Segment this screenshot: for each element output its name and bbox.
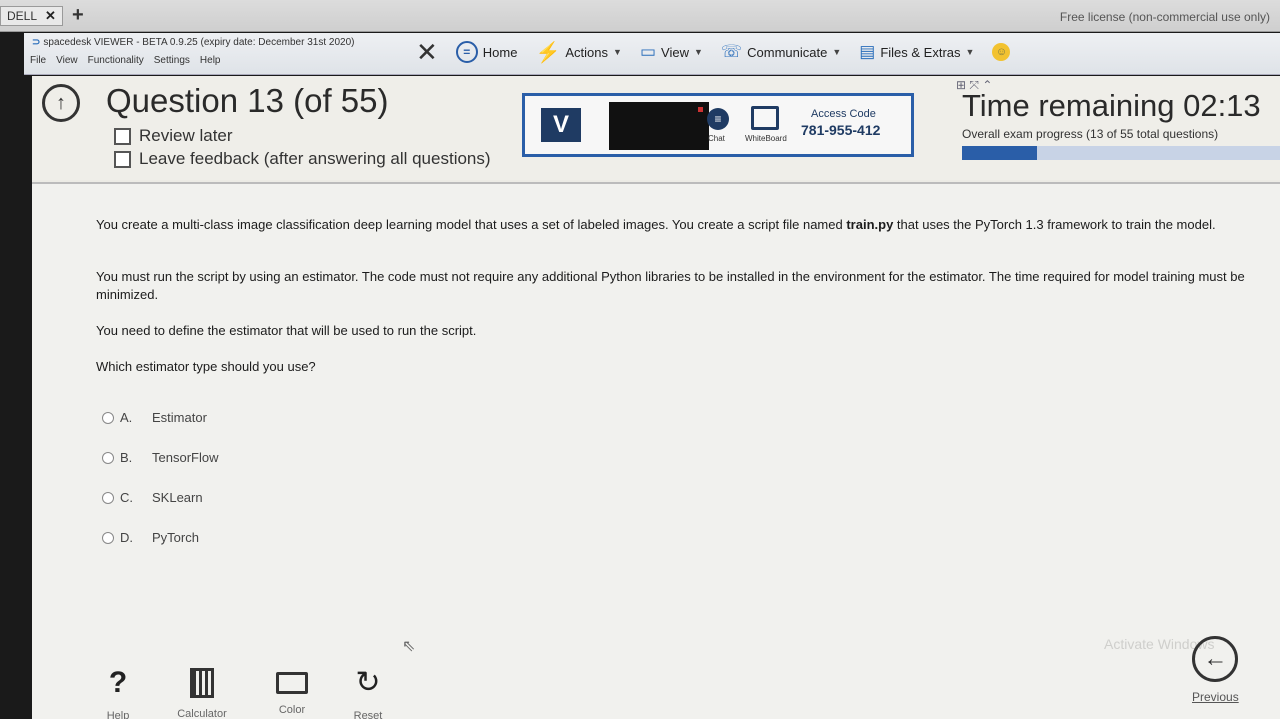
question-paragraph-3: You need to define the estimator that wi…	[96, 323, 477, 338]
color-button[interactable]: Color	[262, 666, 322, 716]
arrow-left-icon: ←	[1192, 636, 1239, 682]
home-button[interactable]: = Home	[455, 41, 517, 63]
radio-icon	[102, 451, 114, 464]
question-paragraph-2: You must run the script by using an esti…	[96, 269, 1245, 302]
help-button[interactable]: ? Help	[88, 666, 148, 719]
question-paragraph-1: You create a multi-class image classific…	[96, 217, 1216, 232]
browser-tab-bar: DELL ✕ + Free license (non-commercial us…	[0, 0, 1280, 32]
menu-settings[interactable]: Settings	[154, 55, 190, 66]
tab-label: DELL	[7, 9, 38, 23]
file-icon: ▤	[859, 42, 876, 61]
answer-option-c[interactable]: C. SKLearn	[102, 490, 203, 505]
question-body: You create a multi-class image classific…	[32, 182, 1280, 719]
monitor-icon: ▭	[639, 42, 657, 61]
menu-file[interactable]: File	[30, 55, 46, 66]
up-arrow-icon[interactable]: ↑	[42, 84, 80, 122]
checkbox-icon	[114, 127, 131, 145]
answer-option-a[interactable]: A. Estimator	[102, 410, 207, 425]
whiteboard-label: WhiteBoard	[745, 134, 787, 143]
tab-close-icon[interactable]: ✕	[45, 8, 56, 24]
previous-button[interactable]: ← Previous	[1192, 636, 1239, 704]
feedback-smiley-icon[interactable]: ☺	[992, 43, 1011, 61]
screen-icon	[276, 672, 308, 694]
chat-label: Chat	[708, 134, 725, 143]
remote-session-panel: V ≡ Chat WhiteBoard Access Code 781-955-…	[522, 93, 914, 157]
menu-functionality[interactable]: Functionality	[88, 55, 144, 66]
access-code-label: Access Code	[811, 108, 876, 120]
reset-button[interactable]: ↻ Reset	[338, 666, 398, 719]
page-title: Question 13 (of 55)	[106, 82, 389, 119]
home-icon: =	[455, 41, 478, 63]
question-header: ↑ Question 13 (of 55) Review later Leave…	[32, 76, 1280, 180]
lightning-icon: ⚡	[535, 41, 561, 64]
new-tab-icon[interactable]: +	[72, 4, 84, 27]
calculator-button[interactable]: Calculator	[172, 666, 232, 719]
calculator-icon	[190, 668, 214, 698]
answer-option-d[interactable]: D. PyTorch	[102, 530, 199, 545]
progress-label: Overall exam progress (13 of 55 total qu…	[962, 127, 1219, 141]
viewer-toolbar: ⊃ spacedesk VIEWER - BETA 0.9.25 (expiry …	[24, 33, 1280, 75]
time-remaining: Time remaining 02:13	[962, 88, 1261, 123]
reset-icon: ↻	[355, 666, 381, 699]
progress-fill	[962, 146, 1038, 160]
radio-icon	[102, 491, 114, 504]
progress-bar	[962, 146, 1280, 160]
answer-option-b[interactable]: B. TensorFlow	[102, 450, 218, 465]
leave-feedback-checkbox[interactable]: Leave feedback (after answering all ques…	[114, 149, 491, 169]
chevron-down-icon: ▼	[832, 47, 842, 57]
actions-button[interactable]: ⚡ Actions ▼	[535, 40, 621, 65]
menu-help[interactable]: Help	[200, 55, 221, 66]
app-title: ⊃ spacedesk VIEWER - BETA 0.9.25 (expiry …	[32, 37, 355, 48]
files-extras-button[interactable]: ▤ Files & Extras ▼	[859, 42, 974, 62]
whiteboard-icon[interactable]	[751, 106, 779, 130]
viewer-logo: V	[541, 108, 581, 142]
exam-window: ↑ Question 13 (of 55) Review later Leave…	[32, 76, 1280, 719]
radio-icon	[102, 411, 114, 424]
access-code-value: 781-955-412	[801, 122, 881, 138]
chat-icon[interactable]: ≡	[707, 108, 729, 130]
menu-view[interactable]: View	[56, 55, 78, 66]
chevron-down-icon: ▼	[965, 47, 975, 57]
radio-icon	[102, 531, 114, 544]
viewer-menu: File View Functionality Settings Help	[30, 55, 220, 66]
mouse-cursor-icon: ⇖	[402, 638, 416, 655]
close-session-icon[interactable]: ✕	[416, 39, 438, 65]
view-button[interactable]: ▭ View ▼	[640, 42, 703, 62]
license-notice: Free license (non-commercial use only)	[1059, 10, 1270, 24]
spacedesk-logo-icon: ⊃	[32, 37, 41, 48]
video-preview	[609, 102, 709, 150]
communicate-button[interactable]: ☏ Communicate ▼	[721, 42, 841, 62]
tab-dell[interactable]: DELL ✕	[0, 6, 63, 26]
phone-icon: ☏	[720, 42, 743, 61]
review-later-checkbox[interactable]: Review later	[114, 126, 233, 146]
chevron-down-icon: ▼	[693, 47, 703, 57]
question-mark-icon: ?	[108, 666, 128, 699]
question-prompt: Which estimator type should you use?	[96, 359, 316, 374]
checkbox-icon	[114, 150, 131, 168]
chevron-down-icon: ▼	[613, 47, 622, 57]
